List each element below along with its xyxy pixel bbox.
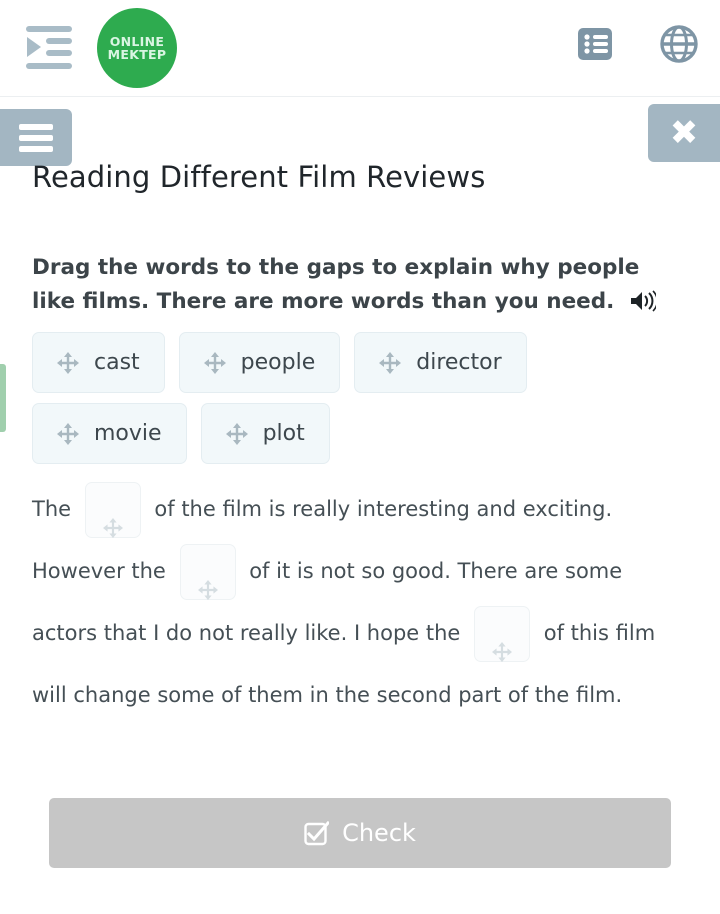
drop-gap-1[interactable]: [84, 482, 141, 538]
page-title: Reading Different Film Reviews: [32, 160, 486, 194]
word-chip-label: plot: [262, 421, 305, 446]
hamburger-menu-button[interactable]: [0, 109, 72, 166]
indent-sidebar-icon[interactable]: [26, 24, 72, 72]
move-arrows-icon: [203, 351, 226, 374]
word-chip-label: movie: [94, 421, 162, 446]
drop-gap-3[interactable]: [474, 606, 531, 662]
move-arrows-icon: [492, 624, 513, 662]
move-arrows-icon: [57, 351, 79, 374]
word-chip-label: people: [240, 350, 316, 375]
move-arrows-icon: [225, 422, 248, 445]
move-arrows-icon: [102, 500, 123, 538]
word-chip[interactable]: movie: [32, 403, 187, 464]
word-chip[interactable]: director: [354, 332, 527, 393]
close-x-icon: ✖: [669, 113, 699, 153]
exercise-text-segment: The: [32, 497, 78, 521]
cloze-exercise: The of the film is really interesting an…: [32, 478, 692, 726]
online-mektep-logo[interactable]: ONLINE MEKTEP: [97, 8, 177, 88]
word-bank: cast people director movie plot: [32, 332, 692, 464]
instruction-label: Drag the words to the gaps to explain wh…: [32, 255, 640, 314]
logo-line-2: MEKTEP: [107, 47, 167, 62]
check-button-label: Check: [342, 819, 416, 847]
close-lesson-button[interactable]: ✖: [648, 104, 720, 162]
list-view-icon[interactable]: [576, 24, 614, 64]
word-chip[interactable]: cast: [32, 332, 165, 393]
move-arrows-icon: [379, 351, 402, 374]
instruction-text: Drag the words to the gaps to explain wh…: [32, 251, 672, 319]
word-chip[interactable]: people: [178, 332, 341, 393]
header-actions: [576, 24, 698, 64]
top-header-bar: ONLINE MEKTEP: [0, 0, 720, 97]
move-arrows-icon: [57, 422, 79, 445]
move-arrows-icon: [197, 562, 218, 600]
word-chip-label: cast: [94, 350, 140, 375]
speaker-audio-icon[interactable]: [630, 289, 658, 312]
word-chip[interactable]: plot: [200, 403, 330, 464]
word-chip-label: director: [416, 350, 502, 375]
drop-gap-2[interactable]: [179, 544, 236, 600]
globe-language-icon[interactable]: [660, 24, 698, 64]
checkbox-checked-icon: [304, 820, 331, 846]
left-edge-indicator: [0, 364, 6, 432]
hamburger-menu-icon: [19, 119, 53, 157]
check-button[interactable]: Check: [49, 798, 671, 868]
